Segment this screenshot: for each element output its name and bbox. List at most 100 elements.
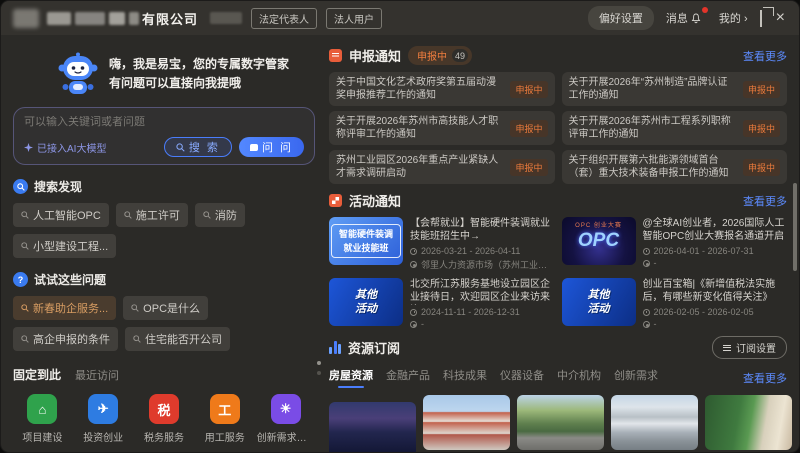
mine-button[interactable]: 我的 ›: [719, 10, 748, 26]
apps-grid: ⌂项目建设 ✈投资创业 税税务服务 工用工服务 ☀创新需求服务 ▤载体资源 ✓办…: [13, 394, 315, 453]
ask-button[interactable]: 问 问: [239, 137, 304, 157]
apps-pagination: [317, 361, 321, 375]
property-card[interactable]: 桑田岛科创园2号楼409室: [423, 395, 510, 453]
property-card[interactable]: 富华科技大厦，崇义路，办公，1340平: [611, 395, 698, 453]
app-item[interactable]: 工用工服务: [195, 394, 254, 444]
location-icon: [643, 260, 650, 267]
search-icon: [133, 335, 141, 343]
unread-dot: [702, 7, 708, 13]
app-item[interactable]: ⌂项目建设: [13, 394, 72, 444]
property-card[interactable]: 56文创园，通园路，办公，95-1800平: [517, 395, 604, 453]
clock-icon: [643, 248, 650, 255]
mascot-robot-icon: [57, 51, 99, 97]
preferences-button[interactable]: 偏好设置: [588, 6, 654, 30]
search-icon: [21, 304, 29, 312]
app-item[interactable]: ☀创新需求服务: [256, 394, 315, 444]
notice-card[interactable]: 关于组织开展第六批能源领域首台（套）重大技术装备申报工作的通知申报中: [562, 150, 788, 184]
activity-thumbnail: 其他活动: [329, 278, 403, 326]
resources-tabs: 房屋资源 金融产品 科技成果 仪器设备 中介机构 创新需求 查看更多: [329, 367, 787, 388]
questions-section-header: ? 试试这些问题: [13, 271, 315, 288]
tab-finance[interactable]: 金融产品: [386, 367, 430, 388]
activity-card[interactable]: 其他活动 创业百宝箱|《新增值税法实施后，有哪些新变化值得关注》 2026-02…: [562, 278, 788, 329]
activities-more-link[interactable]: 查看更多: [743, 193, 787, 209]
menu-icon: [723, 345, 731, 351]
scrollbar-thumb[interactable]: [793, 183, 797, 271]
status-badge: 申报中: [510, 81, 547, 98]
ai-search-box[interactable]: 已接入AI大模型 搜 索 问 问: [13, 107, 315, 165]
subscription-settings-button[interactable]: 订阅设置: [712, 336, 787, 359]
status-badge: 申报中: [743, 120, 780, 137]
app-item[interactable]: 税税务服务: [135, 394, 194, 444]
notices-more-link[interactable]: 查看更多: [743, 48, 787, 64]
search-button[interactable]: 搜 索: [164, 137, 232, 157]
discover-chip[interactable]: 小型建设工程...: [13, 234, 116, 258]
resources-more-link[interactable]: 查看更多: [743, 370, 787, 386]
discover-title: 搜索发现: [34, 178, 82, 195]
question-chip[interactable]: 高企申报的条件: [13, 327, 118, 351]
activity-thumbnail: OPC 创业大赛OPC: [562, 217, 636, 265]
company-name-suffix: 有限公司: [142, 9, 198, 28]
notice-card[interactable]: 苏州工业园区2026年重点产业紧缺人才需求调研启动申报中: [329, 150, 555, 184]
notice-card[interactable]: 关于开展2026年苏州市高技能人才职称评审工作的通知申报中: [329, 111, 555, 145]
property-photo-street: [517, 395, 604, 450]
activity-card[interactable]: 其他活动 北交所江苏服务基地设立园区企业接待日，欢迎园区企业来访来询！ 2024…: [329, 278, 555, 329]
tab-housing[interactable]: 房屋资源: [329, 367, 373, 388]
chat-bubble-icon: [250, 144, 258, 151]
notice-card[interactable]: 关于中国文化艺术政府奖第五届动漫奖申报推荐工作的通知申报中: [329, 72, 555, 106]
activity-card[interactable]: OPC 创业大赛OPC @全球AI创业者，2026国际人工智能OPC创业大赛报名…: [562, 217, 788, 271]
tab-intermediaries[interactable]: 中介机构: [557, 367, 601, 388]
question-chip[interactable]: 新春助企服务...: [13, 296, 116, 320]
notices-header: 申报通知 申报中 49 查看更多: [329, 46, 787, 65]
property-card[interactable]: 蒲公英孵化器，苏州国际科技园五期，...: [705, 395, 792, 453]
question-chip[interactable]: OPC是什么: [123, 296, 208, 320]
search-icon: [131, 304, 139, 312]
messages-button[interactable]: 消息: [666, 10, 707, 26]
app-logo: [13, 9, 39, 28]
activity-card[interactable]: 智能硬件装调就业技能班 【会帮就业】智能硬件装调就业技能班招生中→ 2026-0…: [329, 217, 555, 271]
page-dot-active[interactable]: [317, 361, 321, 365]
bell-icon: [691, 13, 701, 24]
app-item[interactable]: ✈投资创业: [74, 394, 133, 444]
tab-recent[interactable]: 最近访问: [75, 367, 119, 383]
question-chip[interactable]: 住宅能否开公司: [125, 327, 230, 351]
resources-header: 资源订阅 订阅设置: [329, 336, 787, 359]
ai-model-note: 已接入AI大模型: [24, 140, 106, 155]
chart-bars-icon: [329, 341, 341, 354]
location-icon: [643, 321, 650, 328]
chevron-right-icon: ›: [744, 13, 748, 25]
greeting-line2: 有问题可以直接向我提哦: [109, 74, 289, 93]
discover-chip[interactable]: 施工许可: [116, 203, 188, 227]
property-photo-green-wall: [705, 395, 792, 450]
location-icon: [410, 321, 417, 328]
notice-card[interactable]: 关于开展2026年苏州市工程系列职称评审工作的通知申报中: [562, 111, 788, 145]
ai-search-input[interactable]: [24, 116, 304, 128]
discover-chip[interactable]: 人工智能OPC: [13, 203, 109, 227]
clock-icon: [410, 248, 417, 255]
discover-chip[interactable]: 消防: [195, 203, 245, 227]
notices-filter-pill[interactable]: 申报中 49: [408, 46, 472, 65]
search-icon: [21, 335, 29, 343]
project-construction-icon: ⌂: [27, 394, 57, 424]
notices-title: 申报通知: [349, 46, 401, 65]
messages-label: 消息: [666, 10, 688, 26]
tab-instruments[interactable]: 仪器设备: [500, 367, 544, 388]
tab-pinned[interactable]: 固定到此: [13, 366, 61, 383]
property-photo-red-building: [423, 395, 510, 450]
page-dot[interactable]: [317, 371, 321, 375]
property-card[interactable]: 6-9A0: [329, 395, 416, 453]
search-icon: [124, 211, 132, 219]
discover-section-header: 搜索发现: [13, 178, 315, 195]
window-restore-button[interactable]: [760, 11, 762, 26]
tab-tech-achievements[interactable]: 科技成果: [443, 367, 487, 388]
activity-thumbnail: 智能硬件装调就业技能班: [329, 217, 403, 265]
legal-user-badge: 法人用户: [326, 8, 382, 29]
notices-count-badge: 49: [452, 49, 468, 62]
status-badge: 申报中: [510, 120, 547, 137]
calendar-icon: [329, 194, 342, 207]
employment-service-icon: 工: [210, 394, 240, 424]
tab-innovation-demand[interactable]: 创新需求: [614, 367, 658, 388]
apps-tabs: 固定到此 最近访问: [13, 366, 315, 383]
discover-chips: 人工智能OPC 施工许可 消防 小型建设工程...: [13, 203, 315, 258]
window-close-button[interactable]: ×: [774, 10, 787, 26]
notice-card[interactable]: 关于开展2026年“苏州制造”品牌认证工作的通知申报中: [562, 72, 788, 106]
